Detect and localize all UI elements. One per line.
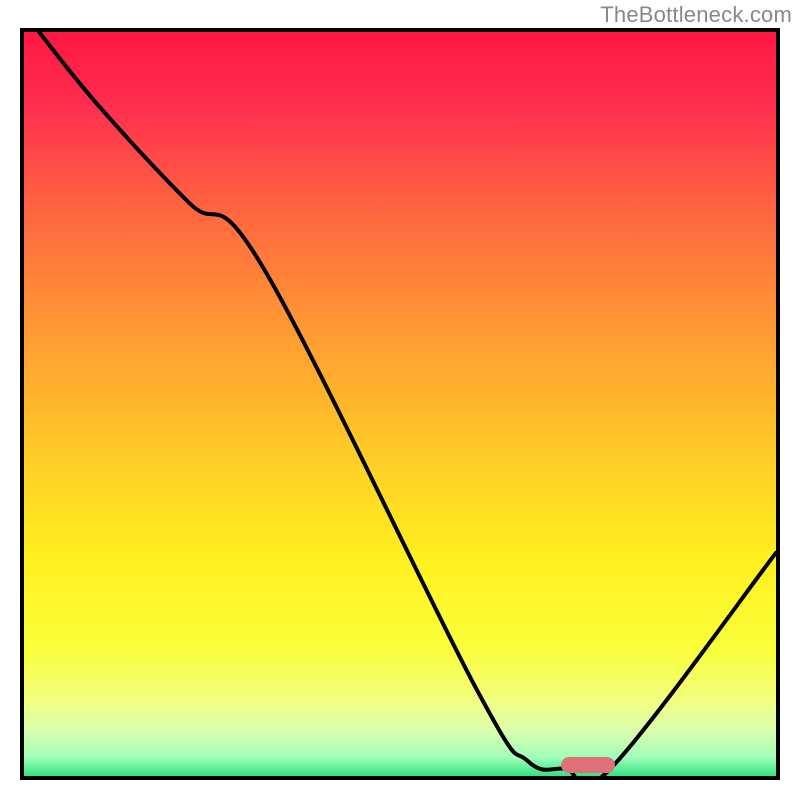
plot-frame xyxy=(20,28,780,780)
chart-canvas: TheBottleneck.com xyxy=(0,0,800,800)
optimal-marker xyxy=(561,757,615,773)
curve-layer xyxy=(24,32,776,776)
curve-line xyxy=(39,32,776,780)
watermark-label: TheBottleneck.com xyxy=(600,2,792,28)
